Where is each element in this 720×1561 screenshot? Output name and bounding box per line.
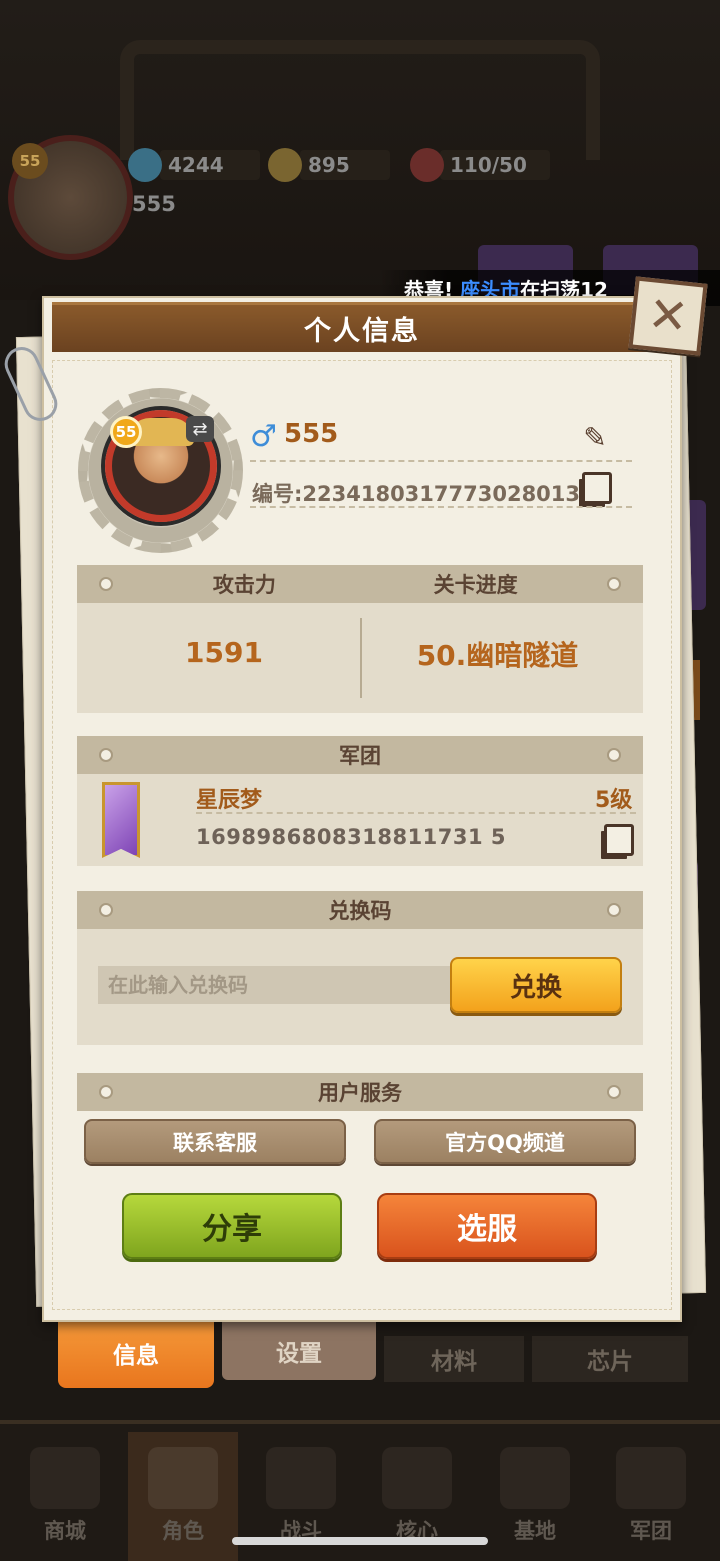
gem-count: 4244 [168,153,224,177]
service-header-label: 用户服务 [318,1081,402,1105]
subtab-info[interactable]: 信息 [58,1318,214,1388]
nav-legion[interactable]: 军团 [596,1432,706,1561]
swap-avatar-icon[interactable]: ⇄ [186,416,214,442]
attack-value: 1591 [185,636,263,669]
rivet-icon [99,1085,113,1099]
stamina-count: 110/50 [450,153,527,177]
legion-icon [616,1447,686,1509]
player-uid: 编号:2234180317773028013 [252,482,581,506]
player-name: 555 [284,419,339,449]
coin-icon [268,148,302,182]
level-badge: 55 [110,416,142,448]
shop-icon [30,1447,100,1509]
guns-icon [266,1447,336,1509]
divider [196,812,636,814]
stats-header: 攻击力 关卡进度 [77,565,643,603]
copy-uid-icon[interactable] [582,472,612,504]
nav-label: 商城 [44,1519,86,1543]
subtab-materials[interactable]: 材料 [384,1336,524,1382]
rivet-icon [607,1085,621,1099]
redeem-button[interactable]: 兑换 [450,957,622,1013]
nav-label: 角色 [162,1519,204,1543]
rivet-icon [99,748,113,762]
divider [250,460,632,462]
subtab-chips[interactable]: 芯片 [532,1336,688,1382]
gem-icon [128,148,162,182]
gem-counter[interactable]: 4244 [128,148,224,182]
rivet-icon [606,577,621,591]
stamina-counter[interactable]: 110/50 [410,148,527,182]
share-label: 分享 [202,1212,262,1247]
redeem-header-label: 兑换码 [328,899,392,923]
attack-label: 攻击力 [212,573,276,597]
coin-count: 895 [308,153,350,177]
nav-base[interactable]: 基地 [480,1432,590,1561]
hud-level-badge: 55 [12,143,48,179]
hud-player-name: 555 [132,192,176,216]
meat-icon [410,148,444,182]
redeem-code-input[interactable] [98,966,450,1004]
coin-counter[interactable]: 895 [268,148,350,182]
subtab-settings[interactable]: 设置 [222,1322,376,1380]
server-select-button[interactable]: 选服 [377,1193,597,1259]
modal-title: 个人信息 [52,302,672,352]
background-arch [120,40,600,160]
server-label: 选服 [457,1212,517,1247]
rivet-icon [607,903,621,917]
copy-legion-id-icon[interactable] [604,824,634,856]
rivet-icon [99,577,113,591]
nav-label: 基地 [514,1519,556,1543]
service-header: 用户服务 [77,1073,643,1111]
close-button[interactable]: ✕ [628,276,708,356]
progress-label: 关卡进度 [433,573,518,597]
rivet-icon [607,748,621,762]
home-indicator[interactable] [232,1537,488,1545]
nav-character[interactable]: 角色 [128,1432,238,1561]
base-icon [500,1447,570,1509]
legion-name: 星辰梦 [196,788,263,813]
edit-name-icon[interactable]: ✎ [578,420,612,454]
legion-body [77,774,643,866]
qq-channel-button[interactable]: 官方QQ频道 [374,1119,636,1164]
progress-value: 50.幽暗隧道 [416,639,579,672]
contact-support-button[interactable]: 联系客服 [84,1119,346,1164]
character-icon [148,1447,218,1509]
legion-id: 1698986808318811731 5 [196,825,507,849]
share-button[interactable]: 分享 [122,1193,342,1259]
legion-header-label: 军团 [339,744,381,768]
legion-banner-icon [102,782,140,858]
legion-header: 军团 [77,736,643,774]
nav-label: 军团 [630,1519,672,1543]
game-screen: { "hud": { "level": "55", "player_name":… [0,0,720,1561]
male-icon: ♂ [250,419,277,454]
core-icon [382,1447,452,1509]
nav-shop[interactable]: 商城 [10,1432,120,1561]
stats-divider [360,618,362,698]
legion-level: 5级 [595,788,633,813]
rivet-icon [99,903,113,917]
redeem-header: 兑换码 [77,891,643,929]
divider [250,506,632,508]
close-icon: ✕ [645,286,691,346]
